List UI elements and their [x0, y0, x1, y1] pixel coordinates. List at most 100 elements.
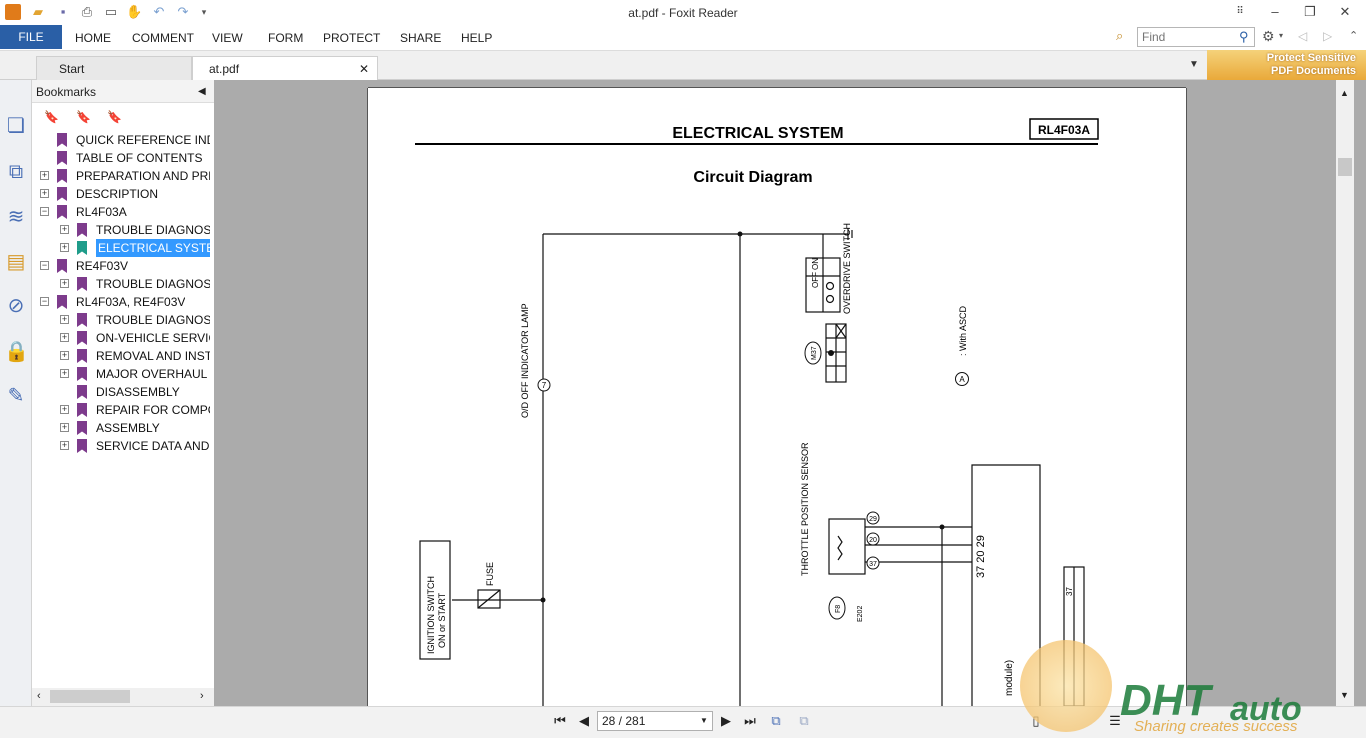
bookmark-item[interactable]: + ASSEMBLY [32, 419, 214, 437]
minimize-icon[interactable]: – [1264, 3, 1286, 21]
previous-view-icon[interactable]: ⧉ [767, 712, 785, 730]
pin-dot [828, 350, 834, 356]
expand-icon[interactable]: + [60, 225, 69, 234]
signatures-panel-icon[interactable]: ✎ [4, 384, 28, 408]
expand-icon[interactable]: + [60, 333, 69, 342]
settings-dropdown-icon[interactable]: ▾ [1279, 31, 1283, 40]
last-page-icon[interactable]: ⏭ [741, 712, 759, 730]
tab-view[interactable]: VIEW [212, 31, 243, 45]
layers-panel-icon[interactable]: ≋ [4, 205, 28, 229]
find-input[interactable] [1138, 28, 1230, 46]
tab-start[interactable]: Start [36, 56, 192, 80]
bookmarks-scroll-thumb[interactable] [50, 690, 130, 703]
bookmark-item[interactable]: + TROUBLE DIAGNOSE [32, 311, 214, 329]
bookmark-item[interactable]: + ELECTRICAL SYSTEM [32, 239, 214, 257]
bookmark-label: SERVICE DATA AND [96, 439, 210, 453]
protect-documents-ad[interactable]: Protect Sensitive PDF Documents [1207, 50, 1366, 80]
expand-icon[interactable]: + [60, 279, 69, 288]
page-dropdown-icon[interactable]: ▼ [700, 712, 708, 730]
bookmark-item[interactable]: + REMOVAL AND INSTA [32, 347, 214, 365]
bookmark-item[interactable]: + REPAIR FOR COMPON [32, 401, 214, 419]
comments-panel-icon[interactable]: ▤ [4, 250, 28, 274]
expand-icon[interactable]: + [40, 189, 49, 198]
scroll-left-icon[interactable]: ‹ [37, 690, 41, 702]
bookmark-item[interactable]: + DESCRIPTION [32, 185, 214, 203]
diagram-heading: Circuit Diagram [693, 169, 812, 186]
bookmark-item[interactable]: + ON-VEHICLE SERVICE [32, 329, 214, 347]
page-scroll-thumb[interactable] [1338, 158, 1352, 176]
bookmark-item[interactable]: − RE4F03V [32, 257, 214, 275]
bookmarks-panel-icon[interactable]: ❏ [4, 114, 28, 138]
bookmark-label: DESCRIPTION [76, 187, 159, 201]
file-menu-button[interactable]: FILE [0, 25, 62, 49]
grid-pin-label: 37 [1065, 587, 1074, 596]
collapse-panel-icon[interactable]: ◀ [198, 86, 206, 97]
close-icon[interactable]: ✕ [1334, 3, 1356, 21]
with-ascd-note: : With ASCD [958, 305, 968, 356]
tab-form[interactable]: FORM [268, 31, 303, 45]
expand-icon[interactable]: + [40, 171, 49, 180]
expand-icon[interactable]: + [60, 315, 69, 324]
close-tab-icon[interactable]: ✕ [359, 57, 369, 81]
first-page-icon[interactable]: ⏮ [551, 712, 569, 730]
bookmark-item[interactable]: − RL4F03A, RE4F03V [32, 293, 214, 311]
bookmark-label: RL4F03A [76, 205, 127, 219]
bookmark-icon [77, 421, 87, 435]
tab-home[interactable]: HOME [75, 31, 111, 45]
bookmark-item[interactable]: DISASSEMBLY [32, 383, 214, 401]
bookmark-item[interactable]: TABLE OF CONTENTS [32, 149, 214, 167]
bookmark-options-icon[interactable]: 🔖 [107, 110, 125, 126]
bookmark-item[interactable]: + TROUBLE DIAGNOSE [32, 275, 214, 293]
scroll-up-icon[interactable]: ▲ [1340, 88, 1349, 98]
collapse-icon[interactable]: − [40, 207, 49, 216]
bookmark-tree: QUICK REFERENCE INDE TABLE OF CONTENTS + PR… [32, 131, 214, 461]
expand-icon[interactable]: + [60, 243, 69, 252]
add-bookmark-icon[interactable]: 🔖 [76, 110, 94, 126]
bookmark-item[interactable]: + TROUBLE DIAGNOSE [32, 221, 214, 239]
tab-comment[interactable]: COMMENT [132, 31, 194, 45]
attachments-panel-icon[interactable]: ⊘ [4, 294, 28, 318]
next-page-icon[interactable]: ▶ [717, 712, 735, 730]
security-panel-icon[interactable]: 🔒 [4, 340, 29, 364]
dhtauto-watermark: DHT auto Sharing creates success [1016, 638, 1366, 738]
expand-icon[interactable]: + [60, 351, 69, 360]
bookmark-item[interactable]: + MAJOR OVERHAUL [32, 365, 214, 383]
expand-icon[interactable]: + [60, 369, 69, 378]
module-label: module) [1004, 660, 1015, 696]
bookmark-item[interactable]: QUICK REFERENCE INDE [32, 131, 214, 149]
collapse-ribbon-icon[interactable]: ⌃ [1349, 29, 1358, 42]
bookmark-icon [77, 277, 87, 291]
fullscreen-icon[interactable]: ⠿ [1229, 3, 1251, 21]
tab-protect[interactable]: PROTECT [323, 31, 380, 45]
bookmark-item[interactable]: − RL4F03A [32, 203, 214, 221]
expand-icon[interactable]: + [60, 405, 69, 414]
settings-icon[interactable]: ⚙ [1262, 28, 1275, 45]
next-result-icon[interactable]: ▷ [1323, 29, 1332, 43]
tab-share[interactable]: SHARE [400, 31, 441, 45]
collapse-icon[interactable]: − [40, 261, 49, 270]
find-input-box[interactable]: ⚲ [1137, 27, 1255, 47]
find-tools-icon[interactable]: ⌕ [1116, 28, 1132, 44]
pdf-page[interactable]: ELECTRICAL SYSTEM RL4F03A Circuit Diagra… [368, 88, 1186, 706]
collapse-icon[interactable]: − [40, 297, 49, 306]
delete-bookmark-icon[interactable]: 🔖 [44, 110, 62, 126]
sun-logo-icon [1020, 640, 1112, 732]
tab-list-dropdown-icon[interactable]: ▼ [1189, 59, 1199, 70]
restore-icon[interactable]: ❐ [1299, 3, 1321, 21]
expand-icon[interactable]: + [60, 441, 69, 450]
page-number-field[interactable]: 28 / 281 ▼ [597, 711, 713, 731]
previous-result-icon[interactable]: ◁ [1298, 29, 1307, 43]
bookmark-item[interactable]: + PREPARATION AND PRE [32, 167, 214, 185]
bookmark-icon [57, 187, 67, 201]
previous-page-icon[interactable]: ◀ [575, 712, 593, 730]
wiring [419, 228, 1085, 706]
search-icon[interactable]: ⚲ [1239, 29, 1249, 45]
tab-at-pdf[interactable]: at.pdf ✕ [192, 56, 378, 80]
pages-panel-icon[interactable]: ⧉ [4, 160, 28, 184]
expand-icon[interactable]: + [60, 423, 69, 432]
tab-help[interactable]: HELP [461, 31, 492, 45]
fuse-label: FUSE [485, 562, 495, 586]
bookmark-item[interactable]: + SERVICE DATA AND [32, 437, 214, 455]
next-view-icon[interactable]: ⧉ [795, 712, 813, 730]
scroll-right-icon[interactable]: › [200, 690, 204, 702]
